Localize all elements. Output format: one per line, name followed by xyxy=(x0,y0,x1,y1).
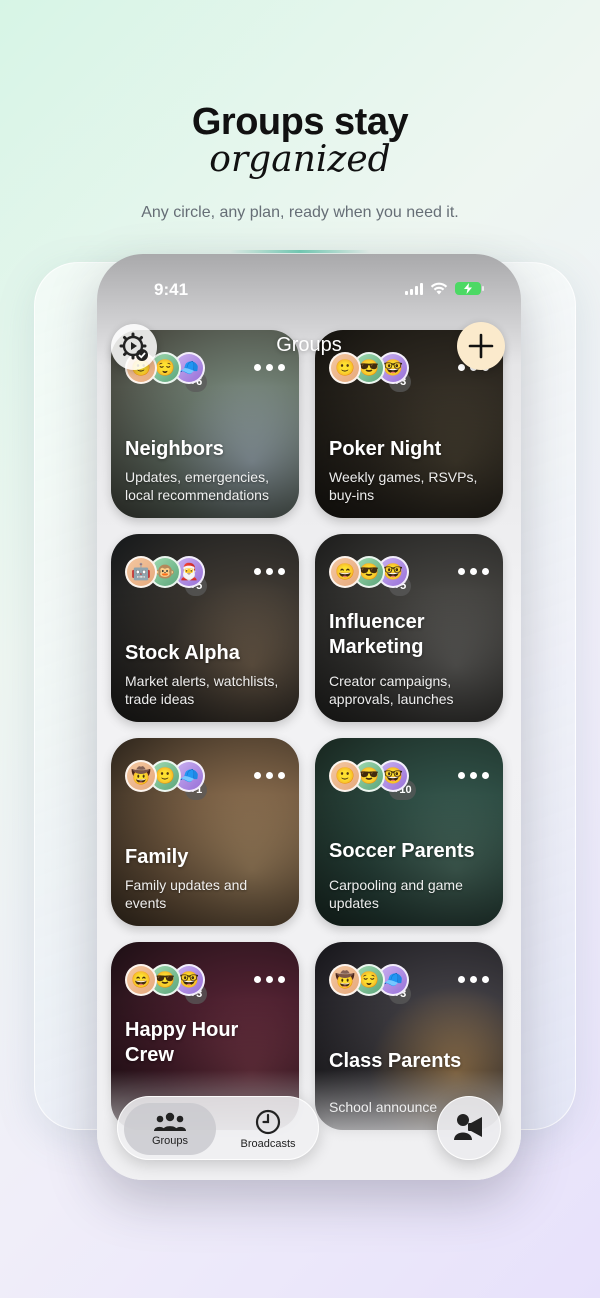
group-description: Weekly games, RSVPs, buy-ins xyxy=(329,469,478,503)
status-icons xyxy=(405,282,484,295)
status-bar: 9:41 xyxy=(97,278,521,302)
hero-subtitle: Any circle, any plan, ready when you nee… xyxy=(141,204,459,221)
more-options-icon[interactable] xyxy=(254,568,285,575)
avatar: 🙂 xyxy=(329,760,361,792)
signal-icon xyxy=(405,282,423,295)
more-options-icon[interactable] xyxy=(254,976,285,983)
group-description: Market alerts, watchlists, trade ideas xyxy=(125,673,279,707)
avatar: 🤖 xyxy=(125,556,157,588)
wifi-icon xyxy=(430,282,448,295)
groups-grid: 🙂😌🧢+6NeighborsUpdates, emergencies, loca… xyxy=(111,330,507,1130)
group-name: Poker Night xyxy=(329,438,442,460)
group-description: Family updates and events xyxy=(125,877,248,911)
member-avatars: 🤠 😌 🧢 xyxy=(329,964,409,996)
avatar: 🤠 xyxy=(125,760,157,792)
plus-icon xyxy=(468,333,494,359)
people-icon xyxy=(154,1112,186,1131)
group-name: Class Parents xyxy=(329,1050,462,1072)
avatar: 🤠 xyxy=(329,964,361,996)
status-time: 9:41 xyxy=(154,280,189,299)
groups-header: Groups xyxy=(97,322,521,370)
hero-title: Groups stay xyxy=(191,101,409,143)
group-card[interactable]: 🤖🐵🎅+5Stock AlphaMarket alerts, watchlist… xyxy=(111,534,299,722)
member-avatars: 😄 😎 🤓 xyxy=(329,556,409,588)
megaphone-person-icon xyxy=(454,1114,482,1140)
tab-groups-label: Groups xyxy=(151,1134,189,1147)
avatar: 😄 xyxy=(125,964,157,996)
group-card[interactable]: 🙂 😎 🤓 +10 Soccer Parents Carpooling and game … xyxy=(315,738,503,926)
more-options-icon[interactable] xyxy=(458,772,489,779)
member-avatars: 🙂 😎 🤓 xyxy=(329,760,409,792)
group-name: Influencer Marketing xyxy=(329,611,425,658)
avatar: 😄 xyxy=(329,556,361,588)
more-options-icon[interactable] xyxy=(254,772,285,779)
group-name: Neighbors xyxy=(125,438,224,460)
group-card[interactable]: 😄😎🤓+5Influencer MarketingCreator campaig… xyxy=(315,534,503,722)
battery-icon xyxy=(455,282,484,295)
tab-broadcasts-label: Broadcasts xyxy=(240,1137,296,1150)
group-name: Stock Alpha xyxy=(125,642,240,664)
tab-broadcasts[interactable]: Broadcasts xyxy=(222,1103,314,1155)
member-avatars: 😄 😎 🤓 xyxy=(125,964,205,996)
more-options-icon[interactable] xyxy=(458,568,489,575)
group-name: Soccer Parents xyxy=(329,840,475,862)
phone-screen: 9:41 Groups 😌 🧢 Neighbors Updates, emerg… xyxy=(97,254,521,1180)
group-card[interactable]: 🤠🙂🧢+1FamilyFamily updates and events xyxy=(111,738,299,926)
group-name: Family xyxy=(125,846,189,868)
group-description: Carpooling and game updates xyxy=(329,877,463,911)
hero-title-italic: organized xyxy=(209,139,391,180)
member-avatars: 🤠 🙂 🧢 xyxy=(125,760,205,792)
tab-groups[interactable]: Groups xyxy=(124,1103,216,1155)
group-description: Creator campaigns, approvals, launches xyxy=(329,673,454,707)
decorative-glow xyxy=(230,250,370,253)
more-options-icon[interactable] xyxy=(458,976,489,983)
bottom-tab-bar: Groups Broadcasts xyxy=(117,1096,319,1160)
add-group-button[interactable] xyxy=(457,322,505,370)
member-avatars: 🤖 🐵 🎅 xyxy=(125,556,205,588)
group-description: Updates, emergencies, local recommendati… xyxy=(125,469,269,503)
group-name: Happy Hour Crew xyxy=(125,1019,239,1066)
hero-heading: Groups stay organized xyxy=(0,100,600,180)
clock-icon xyxy=(255,1109,281,1134)
broadcast-fab-button[interactable] xyxy=(437,1096,501,1160)
